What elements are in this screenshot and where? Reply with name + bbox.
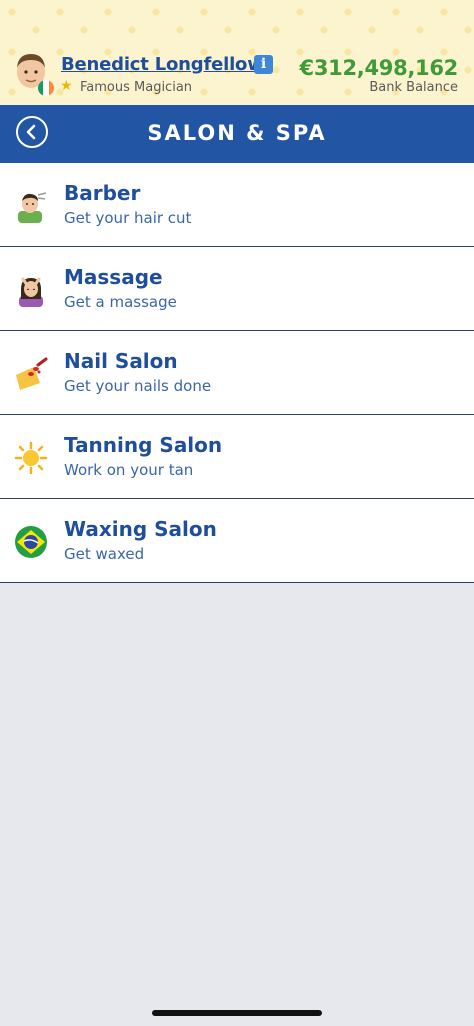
item-subtitle: Get your nails done — [64, 377, 212, 395]
massage-icon — [19, 277, 43, 307]
brazil-flag-icon — [15, 526, 47, 558]
item-subtitle: Get your hair cut — [64, 209, 192, 227]
salon-spa-list: Barber Get your hair cut Massage Get a m… — [0, 163, 474, 583]
list-item-nail-salon[interactable]: Nail Salon Get your nails done — [0, 331, 474, 415]
player-name-link[interactable]: Benedict Longfellow — [61, 54, 264, 75]
list-item-waxing-salon[interactable]: Waxing Salon Get waxed — [0, 499, 474, 583]
player-title: Famous Magician — [80, 80, 193, 95]
star-icon: ★ — [60, 78, 73, 94]
list-item-tanning-salon[interactable]: Tanning Salon Work on your tan — [0, 415, 474, 499]
nail-polish-icon — [16, 357, 48, 390]
item-title: Massage — [64, 265, 163, 289]
list-item-barber[interactable]: Barber Get your hair cut — [0, 163, 474, 247]
item-subtitle: Get waxed — [64, 545, 145, 563]
bank-balance-amount: €312,498,162 — [299, 56, 459, 80]
list-item-massage[interactable]: Massage Get a massage — [0, 247, 474, 331]
home-indicator[interactable] — [152, 1010, 322, 1016]
page-title: SALON & SPA — [147, 121, 327, 145]
item-title: Nail Salon — [64, 349, 178, 373]
bank-balance-label: Bank Balance — [369, 80, 458, 95]
item-title: Waxing Salon — [64, 517, 217, 541]
nav-bar: SALON & SPA — [0, 105, 474, 163]
item-title: Tanning Salon — [64, 433, 223, 457]
barber-icon — [18, 192, 47, 223]
ireland-flag-icon — [38, 80, 54, 96]
item-subtitle: Get a massage — [64, 293, 177, 311]
info-icon[interactable]: i — [254, 55, 273, 74]
item-subtitle: Work on your tan — [64, 461, 194, 479]
profile-header: Benedict Longfellow i ★ Famous Magician … — [0, 0, 474, 105]
sun-icon — [14, 441, 48, 475]
item-title: Barber — [64, 181, 141, 205]
